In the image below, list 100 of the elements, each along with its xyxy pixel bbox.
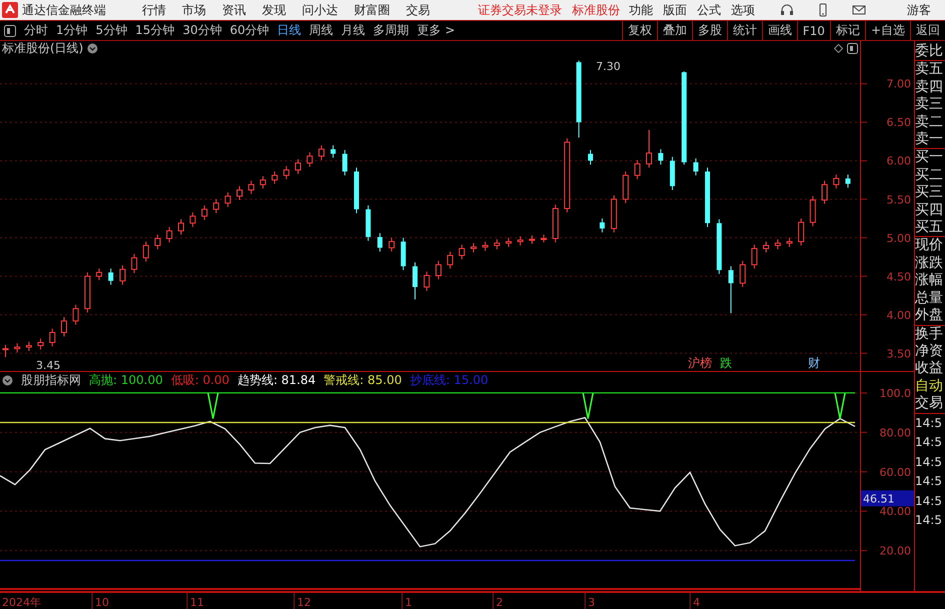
toolbar-button[interactable]: 返回 [910,21,945,40]
candlestick [120,264,126,286]
candlestick [529,234,535,244]
candlestick [482,241,488,252]
quote-field-label: 买二 [915,166,944,184]
candlestick [658,148,664,166]
candlestick [810,196,816,227]
candlestick [26,341,32,352]
indicator-axis-label: 100.0 [880,389,911,400]
period-tab[interactable]: 15分钟 [131,22,179,39]
toolbar-button[interactable]: F10 [796,21,830,40]
tool-menu-item[interactable]: 版面 [663,2,687,18]
low-price-label: 3.45 [36,359,60,371]
quote-field-label: 净资 [915,342,944,360]
user-name[interactable]: 游客 [907,2,931,18]
candlestick [716,218,722,274]
candlestick [552,204,558,243]
candlestick [634,159,640,180]
tool-menu-item[interactable]: 公式 [697,2,721,18]
candlestick [190,212,196,228]
event-tag[interactable]: 跌 [720,356,732,370]
quote-field-label: 外盘 [915,307,944,324]
quote-field-label: 总量 [915,290,944,308]
tool-menu-item[interactable]: 选项 [731,2,755,18]
candlestick [61,316,67,337]
panel-toggle-icon[interactable] [847,43,858,54]
chevron-circle-icon[interactable] [87,43,98,54]
trade-label[interactable]: 交易 [915,395,945,414]
chevron-circle-icon[interactable] [2,375,13,386]
trade-time: 14:5 [915,454,943,471]
candlestick [96,268,102,281]
event-tag[interactable]: 沪榜 [688,356,712,370]
toolbar-button[interactable]: 标记 [830,21,865,40]
current-value-badge [861,490,914,506]
candlestick [458,244,465,260]
candlestick [377,232,382,252]
indicator-axis-label: 80.00 [880,426,911,440]
app-logo-icon [2,2,18,18]
candlestick [763,241,769,253]
quote-field-label: 卖一 [915,131,944,148]
menu-item[interactable]: 交易 [406,2,430,18]
period-tab[interactable]: 分时 [20,22,52,39]
quote-field-label: 涨跌 [915,254,944,272]
candlestick [588,149,593,166]
candlestick [354,167,359,214]
candlestick [283,166,290,180]
tool-menu-item[interactable]: 功能 [629,2,653,18]
candlestick [740,260,746,288]
candlestick [424,271,430,292]
toolbar-button[interactable]: 复权 [622,21,657,40]
toolbar-button[interactable]: 多股 [692,21,727,40]
candlestick [272,171,278,184]
high-price-label: 7.30 [596,60,620,73]
status-text: 证券交易未登录 [478,2,562,18]
candlestick [201,204,208,221]
period-tab[interactable]: 60分钟 [226,22,274,39]
candlestick [540,234,547,243]
period-tab[interactable]: 5分钟 [92,22,132,39]
candlestick [670,156,675,190]
candlestick [400,237,406,271]
period-tab[interactable]: 1分钟 [52,22,92,39]
indicator-legend-item: 警戒线: 85.00 [324,372,402,389]
menu-item[interactable]: 问小达 [302,2,338,18]
candlestick [470,242,476,253]
indicator-name: 股朋指标网 [21,372,81,389]
candlestick [822,180,828,204]
panel-toggle-icon[interactable] [4,24,16,36]
period-tab[interactable]: 日线 [273,22,306,39]
period-tab[interactable]: 多周期 [369,22,414,39]
candlestick [610,194,617,233]
menu-item[interactable]: 市场 [182,2,206,18]
time-axis-label: 3 [588,596,595,609]
price-axis-label: 5.00 [886,232,911,245]
period-tab[interactable]: 月线 [337,22,370,39]
quote-field-label: 收益 [915,360,944,378]
period-tab[interactable]: 周线 [305,22,338,39]
period-tab[interactable]: 更多 > [413,22,459,39]
indicator-legend-item: 低吸: 0.00 [170,372,230,389]
menu-item[interactable]: 资讯 [222,2,246,18]
quote-field-label: 买四 [915,202,944,220]
time-axis-label: 2 [496,596,503,609]
candlestick [49,328,56,347]
candlestick [447,251,454,270]
toolbar-button[interactable]: +自选 [864,21,910,40]
quote-field-label: 卖二 [915,114,944,132]
period-tab[interactable]: 30分钟 [178,22,226,39]
event-tag[interactable]: 财 [808,356,820,370]
toolbar-button[interactable]: 统计 [726,21,762,40]
quote-field-label: 换手 [915,326,944,343]
menu-item[interactable]: 财富圈 [354,2,390,18]
candlestick [330,144,336,158]
headset-icon[interactable] [779,2,795,18]
menu-item[interactable]: 行情 [142,2,166,18]
menu-item[interactable]: 发现 [262,2,286,18]
diamond-icon[interactable] [834,44,843,53]
toolbar-button[interactable]: 画线 [762,21,797,40]
mode-label[interactable]: 自动 [915,378,945,396]
app-title: 通达信金融终端 [22,2,106,18]
candlestick [166,226,172,243]
toolbar-button[interactable]: 叠加 [656,21,692,40]
